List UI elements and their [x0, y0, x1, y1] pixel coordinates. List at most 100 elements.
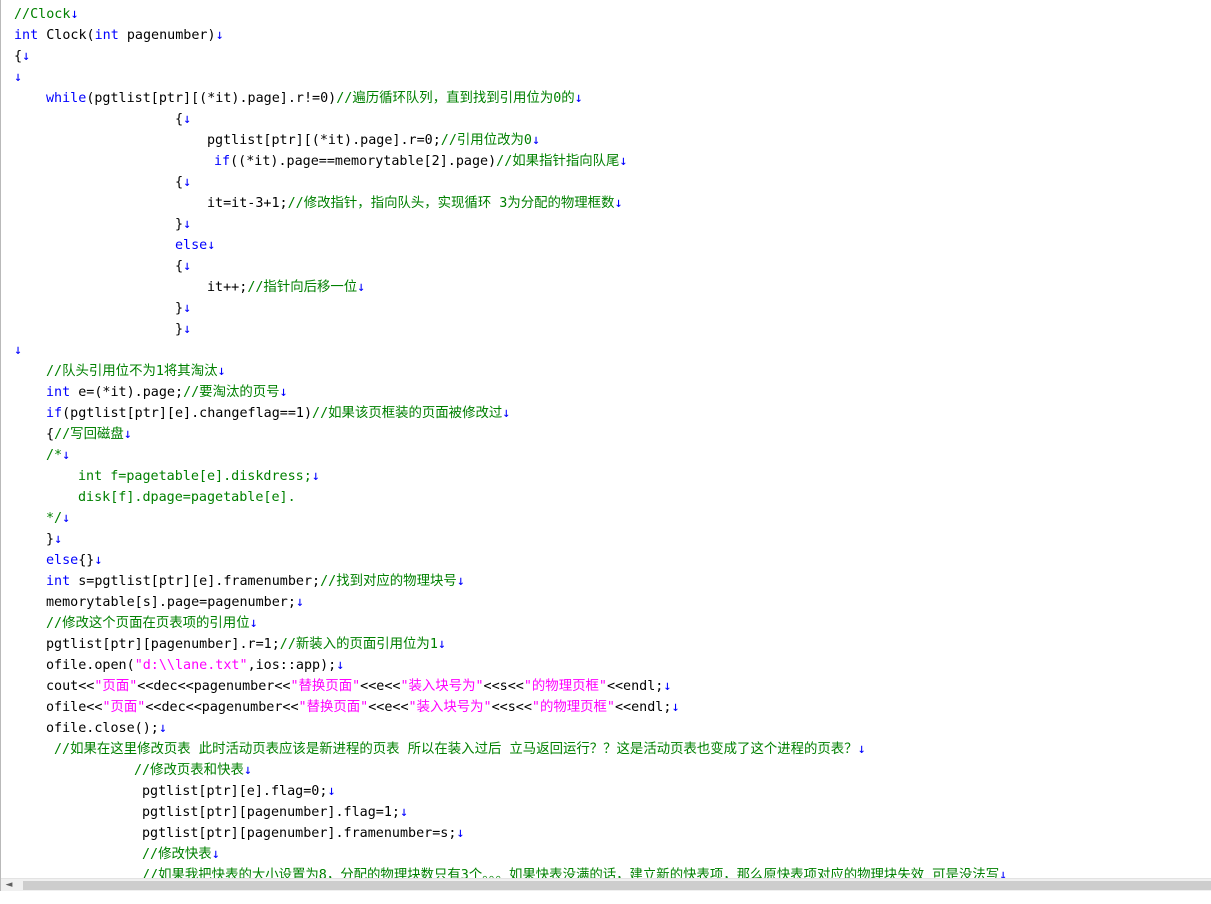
code-token: cout<< — [46, 679, 95, 694]
code-line: it=it-3+1;//修改指针，指向队头，实现循环 3为分配的物理框数↓ — [207, 193, 623, 214]
code-line: }↓ — [175, 214, 191, 235]
line-end-icon: ↓ — [14, 343, 23, 358]
code-editor[interactable]: //Clock↓ int Clock(int pagenumber)↓ {↓ ↓ whi… — [0, 0, 1211, 891]
code-token: s=pgtlist[ptr][e].framenumber; — [70, 574, 321, 589]
code-token: "替换页面" — [290, 679, 361, 694]
code-token: //修改页表和快表 — [134, 763, 244, 778]
line-end-icon: ↓ — [54, 532, 63, 547]
code-token: } — [46, 532, 55, 547]
code-token: <<endl; — [615, 700, 672, 715]
code-line: ↓ — [14, 67, 22, 88]
code-token: memorytable[s].page=pagenumber; — [46, 595, 296, 610]
line-end-icon: ↓ — [70, 7, 79, 22]
code-token: //修改这个页面在页表项的引用位 — [46, 616, 250, 631]
code-token: } — [175, 301, 184, 316]
code-token: <<s<< — [483, 679, 524, 694]
horizontal-scrollbar[interactable]: ◄ — [1, 878, 1211, 891]
line-end-icon: ↓ — [243, 763, 252, 778]
line-end-icon: ↓ — [183, 259, 192, 274]
code-token: pgtlist[ptr][pagenumber].framenumber=s; — [142, 826, 457, 841]
code-token: */ — [46, 511, 63, 526]
code-token: <<e<< — [368, 700, 409, 715]
code-line: {↓ — [175, 109, 191, 130]
scrollbar-thumb[interactable] — [23, 881, 1211, 890]
code-token: "的物理页框" — [523, 679, 607, 694]
code-token: <<s<< — [491, 700, 532, 715]
code-token: { — [14, 49, 23, 64]
code-token: it=it-3+1; — [207, 196, 288, 211]
line-end-icon: ↓ — [183, 112, 192, 127]
code-line: else↓ — [175, 235, 215, 256]
code-token: else — [175, 238, 208, 253]
code-token: //写回磁盘 — [54, 427, 124, 442]
line-end-icon: ↓ — [614, 196, 623, 211]
code-token: //如果指针指向队尾 — [496, 154, 620, 169]
line-end-icon: ↓ — [183, 322, 192, 337]
code-line: disk[f].dpage=pagetable[e]. — [78, 487, 296, 508]
code-token: Clock( — [38, 28, 95, 43]
code-line: int e=(*it).page;//要淘汰的页号↓ — [46, 382, 288, 403]
code-token: //如果在这里修改页表 此时活动页表应该是新进程的页表 所以在装入过后 立马返回… — [54, 742, 858, 757]
line-end-icon: ↓ — [502, 406, 511, 421]
line-end-icon: ↓ — [456, 826, 465, 841]
code-token: /* — [46, 448, 63, 463]
line-end-icon: ↓ — [183, 175, 192, 190]
code-token: "d:\\lane.txt" — [134, 658, 248, 673]
line-end-icon: ↓ — [22, 49, 31, 64]
code-token: ofile.close(); — [46, 721, 159, 736]
line-end-icon: ↓ — [94, 553, 103, 568]
code-token: } — [175, 322, 184, 337]
code-token: "装入块号为" — [400, 679, 484, 694]
line-end-icon: ↓ — [207, 238, 216, 253]
code-line: memorytable[s].page=pagenumber;↓ — [46, 592, 304, 613]
line-end-icon: ↓ — [311, 469, 320, 484]
code-token: pgtlist[ptr][(*it).page].r=0; — [207, 133, 441, 148]
code-token: //修改指针，指向队头，实现循环 3为分配的物理框数 — [287, 196, 615, 211]
code-line: cout<<"页面"<<dec<<pagenumber<<"替换页面"<<e<<… — [46, 676, 671, 697]
line-end-icon: ↓ — [183, 301, 192, 316]
line-end-icon: ↓ — [531, 133, 540, 148]
code-line: //修改页表和快表↓ — [134, 760, 252, 781]
line-end-icon: ↓ — [336, 658, 345, 673]
code-token: it++; — [207, 280, 248, 295]
code-token: disk[f].dpage=pagetable[e]. — [78, 490, 296, 505]
code-line: int Clock(int pagenumber)↓ — [14, 25, 224, 46]
code-token: int — [94, 28, 119, 43]
code-token: pgtlist[ptr][e].flag=0; — [142, 784, 328, 799]
code-token: <<endl; — [606, 679, 664, 694]
line-end-icon: ↓ — [14, 70, 23, 85]
code-token: int — [46, 574, 71, 589]
code-line: }↓ — [175, 319, 191, 340]
code-line: int s=pgtlist[ptr][e].framenumber;//找到对应… — [46, 571, 465, 592]
code-line: {↓ — [175, 172, 191, 193]
code-line: if((*it).page==memorytable[2].page)//如果指… — [214, 151, 627, 172]
code-token: int — [14, 28, 39, 43]
code-line: //Clock↓ — [14, 4, 79, 25]
code-token: { — [46, 427, 55, 442]
code-line: pgtlist[ptr][(*it).page].r=0;//引用位改为0↓ — [207, 130, 540, 151]
line-end-icon: ↓ — [574, 91, 583, 106]
line-end-icon: ↓ — [357, 280, 366, 295]
code-token: int f=pagetable[e].diskdress; — [78, 469, 312, 484]
code-token: while — [46, 91, 87, 106]
code-token: (pgtlist[ptr][(*it).page].r!=0) — [86, 91, 337, 106]
code-line: int f=pagetable[e].diskdress;↓ — [78, 466, 320, 487]
line-end-icon: ↓ — [249, 616, 258, 631]
code-token: pgtlist[ptr][pagenumber].r=1; — [46, 637, 280, 652]
code-token: <<e<< — [360, 679, 401, 694]
code-token: if — [46, 406, 63, 421]
code-line: /*↓ — [46, 445, 70, 466]
code-line: //修改快表↓ — [142, 844, 220, 865]
code-token: { — [175, 175, 184, 190]
code-token: ofile.open( — [46, 658, 135, 673]
code-token: //队头引用位不为1将其淘汰 — [46, 364, 218, 379]
code-token: if — [214, 154, 231, 169]
scroll-left-icon[interactable]: ◄ — [1, 879, 17, 891]
code-token: } — [175, 217, 184, 232]
line-end-icon: ↓ — [62, 511, 71, 526]
code-token: e=(*it).page; — [70, 385, 184, 400]
line-end-icon: ↓ — [437, 637, 446, 652]
line-end-icon: ↓ — [215, 28, 224, 43]
code-line: pgtlist[ptr][pagenumber].r=1;//新装入的页面引用位… — [46, 634, 446, 655]
code-token: ,ios::app); — [247, 658, 337, 673]
